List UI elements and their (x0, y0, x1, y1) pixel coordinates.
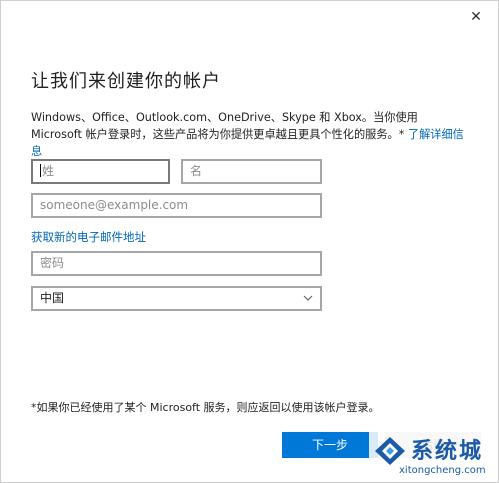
last-name-placeholder: 姓 (42, 164, 55, 178)
watermark-url: xitongcheng.com (399, 465, 486, 476)
watermark: 系统城 xitongcheng.com (369, 431, 497, 481)
email-field[interactable]: someone@example.com (31, 193, 322, 218)
watermark-name: 系统城 (411, 439, 484, 464)
last-name-field[interactable]: 姓 (31, 159, 170, 184)
get-new-email-link[interactable]: 获取新的电子邮件地址 (31, 229, 146, 245)
country-value: 中国 (40, 291, 65, 305)
close-icon[interactable]: ✕ (464, 5, 488, 29)
footnote: *如果你已经使用了某个 Microsoft 服务，则应返回以使用该帐户登录。 (31, 401, 380, 414)
country-select[interactable]: 中国 (31, 286, 322, 311)
email-placeholder: someone@example.com (40, 198, 189, 212)
password-field[interactable]: 密码 (31, 251, 322, 276)
next-button[interactable]: 下一步 (282, 432, 378, 458)
watermark-logo-icon (375, 437, 405, 465)
chevron-down-icon (302, 288, 314, 316)
description-text: Windows、Office、Outlook.com、OneDrive、Skyp… (31, 111, 418, 141)
first-name-placeholder: 名 (190, 164, 203, 178)
description: Windows、Office、Outlook.com、OneDrive、Skyp… (31, 109, 471, 160)
text-caret (40, 164, 41, 177)
password-placeholder: 密码 (40, 256, 65, 270)
create-account-dialog: ✕ 让我们来创建你的帐户 Windows、Office、Outlook.com、… (0, 0, 499, 483)
page-title: 让我们来创建你的帐户 (31, 71, 221, 92)
first-name-field[interactable]: 名 (181, 159, 322, 184)
